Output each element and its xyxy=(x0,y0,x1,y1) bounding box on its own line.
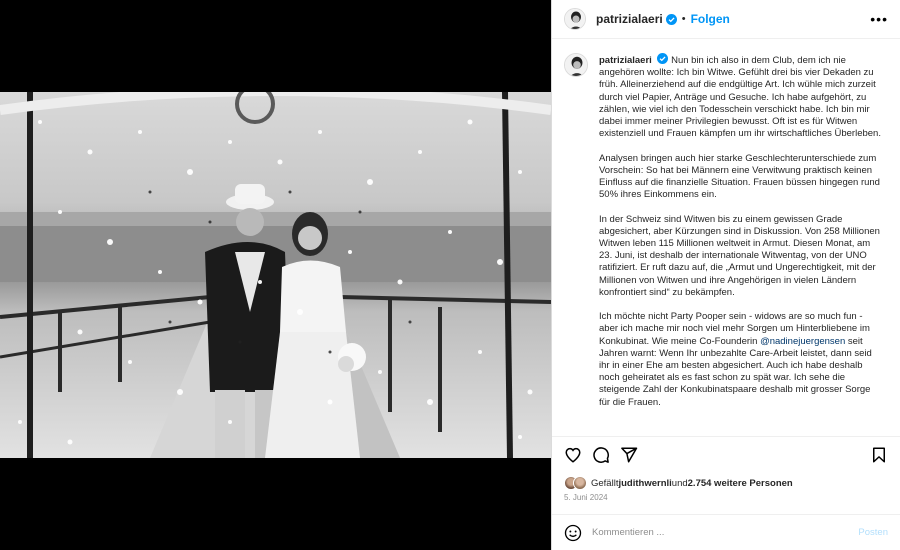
verified-badge-icon xyxy=(657,53,669,64)
follow-button[interactable]: Folgen xyxy=(691,12,730,26)
mention-link[interactable]: @nadinejuergensen xyxy=(760,336,845,347)
caption-paragraph-1: Nun bin ich also in dem Club, dem ich ni… xyxy=(599,55,881,140)
action-bar xyxy=(552,437,900,473)
profile-picture xyxy=(565,9,585,29)
caption-paragraph-2: Analysen bringen auch hier starke Geschl… xyxy=(599,152,880,201)
post-photo[interactable] xyxy=(0,92,551,458)
likes-row: Gefällt judithwernli und 2.754 weitere P… xyxy=(552,473,900,493)
instagram-post: patrizialaeri • Folgen ••• patrizialaeri… xyxy=(0,0,900,550)
verified-badge-icon xyxy=(665,13,677,25)
caption-username[interactable]: patrizialaeri xyxy=(599,55,652,66)
smiley-icon[interactable] xyxy=(564,524,582,542)
liker-username[interactable]: judithwernli xyxy=(618,478,671,489)
header-username[interactable]: patrizialaeri xyxy=(596,12,663,26)
likes-count[interactable]: 2.754 weitere Personen xyxy=(688,478,793,489)
bookmark-icon[interactable] xyxy=(870,446,888,464)
avatar xyxy=(573,476,587,490)
wedding-photo-illustration xyxy=(0,92,551,458)
post-header: patrizialaeri • Folgen ••• xyxy=(552,0,900,39)
post-comment-button[interactable]: Posten xyxy=(858,527,888,538)
header-separator: • xyxy=(681,13,686,25)
post-side-panel: patrizialaeri • Folgen ••• patrizialaeri… xyxy=(551,0,900,550)
caption-text: patrizialaeri Nun bin ich also in dem Cl… xyxy=(599,53,881,436)
caption-avatar[interactable] xyxy=(564,53,588,77)
media-pane xyxy=(0,0,551,550)
heart-icon[interactable] xyxy=(564,446,582,464)
send-icon[interactable] xyxy=(620,446,638,464)
likes-prefix: Gefällt xyxy=(591,477,619,489)
liker-avatars[interactable] xyxy=(564,476,587,490)
profile-picture xyxy=(565,54,587,76)
caption-area: patrizialaeri Nun bin ich also in dem Cl… xyxy=(552,39,900,437)
caption-paragraph-4: Ich möchte nicht Party Pooper sein - wid… xyxy=(599,311,881,409)
caption-paragraph: patrizialaeri Nun bin ich also in dem Cl… xyxy=(599,53,881,140)
comment-icon[interactable] xyxy=(592,446,610,464)
more-options-icon[interactable]: ••• xyxy=(870,11,888,27)
likes-middle: und xyxy=(671,477,688,489)
caption-paragraph-3: In der Schweiz sind Witwen bis zu einem … xyxy=(599,213,880,298)
comment-bar: Posten xyxy=(552,514,900,550)
avatar[interactable] xyxy=(564,8,586,30)
post-date[interactable]: 5. Juni 2024 xyxy=(552,493,900,507)
comment-input[interactable] xyxy=(592,527,859,538)
